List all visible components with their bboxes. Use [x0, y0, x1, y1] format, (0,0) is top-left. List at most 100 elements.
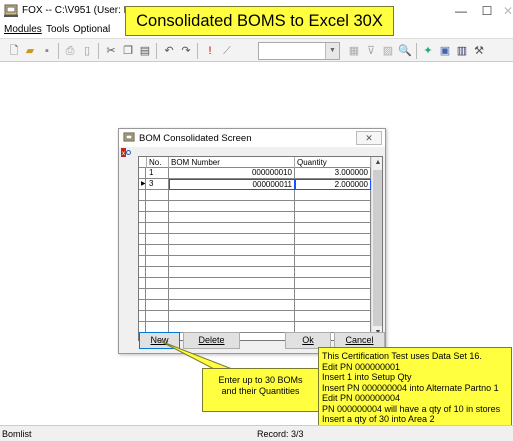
cell-quantity[interactable] [295, 267, 371, 278]
callout-line: Insert 1 into Setup Qty [322, 372, 412, 382]
cell-bom-number[interactable] [169, 190, 295, 201]
cell-quantity[interactable] [295, 289, 371, 300]
cell-bom-number[interactable] [169, 278, 295, 289]
table-row[interactable] [139, 223, 371, 234]
cell-no[interactable] [147, 256, 169, 267]
delete-button[interactable]: Delete [183, 332, 240, 349]
table-row[interactable] [139, 300, 371, 311]
cell-no[interactable] [147, 300, 169, 311]
print-icon[interactable]: ⎙ [62, 43, 78, 59]
cut-icon[interactable]: ✂ [103, 43, 119, 59]
toolbar: 🗋 ▰ ▪ ⎙ ▯ ✂ ❐ ▤ ↶ ↷ ! ⟋ ▼ ▦ ⊽ ▨ 🔍 ✦ ▣ ▥ … [0, 38, 513, 62]
scrollbar-thumb[interactable] [373, 170, 382, 326]
exclamation-icon[interactable]: ! [202, 43, 218, 59]
cell-quantity[interactable] [295, 234, 371, 245]
table-row[interactable] [139, 234, 371, 245]
cell-no[interactable] [147, 289, 169, 300]
column-header-bom-number[interactable]: BOM Number [169, 157, 295, 168]
bom-grid[interactable]: No. BOM Number Quantity 1 000000010 3.0000… [138, 156, 383, 341]
cell-bom-number[interactable] [169, 245, 295, 256]
table-row[interactable] [139, 245, 371, 256]
table-row[interactable]: ▶ 3 000000011 2.000000 [139, 179, 371, 190]
cell-bom-number[interactable] [169, 289, 295, 300]
vertical-scrollbar[interactable]: ▲ ▼ [371, 157, 382, 340]
callout-line: Enter up to 30 BOMs [218, 375, 303, 385]
cell-quantity[interactable]: 3.000000 [295, 168, 371, 179]
cell-bom-number[interactable] [169, 212, 295, 223]
cell-no[interactable] [147, 267, 169, 278]
cell-no[interactable] [147, 311, 169, 322]
save-icon[interactable]: ▪ [39, 43, 55, 59]
preview-icon[interactable]: 🔍 [397, 43, 413, 59]
redo-icon[interactable]: ↷ [178, 43, 194, 59]
cell-quantity[interactable] [295, 201, 371, 212]
callout-line: Insert a qty of 30 into Area 2 [322, 414, 435, 424]
table-row[interactable] [139, 201, 371, 212]
cell-quantity[interactable] [295, 223, 371, 234]
report-icon[interactable]: ▨ [380, 43, 396, 59]
cell-no[interactable] [147, 223, 169, 234]
row-marker [139, 223, 146, 234]
toolbar-combo-box[interactable]: ▼ [258, 42, 340, 60]
cell-no[interactable] [147, 245, 169, 256]
filter-icon[interactable]: ⊽ [363, 43, 379, 59]
menu-optional[interactable]: Optional [73, 24, 110, 35]
cell-bom-number[interactable] [169, 223, 295, 234]
cell-bom-number[interactable] [169, 300, 295, 311]
cell-quantity[interactable] [295, 212, 371, 223]
cell-bom-number[interactable] [169, 256, 295, 267]
wizard-icon[interactable]: ✦ [420, 43, 436, 59]
menu-tools[interactable]: Tools [46, 24, 69, 35]
cell-no[interactable] [147, 234, 169, 245]
cell-no[interactable]: 1 [147, 168, 169, 179]
new-button[interactable]: New [139, 332, 180, 349]
minimize-button[interactable]: — [448, 3, 474, 19]
table-row[interactable] [139, 289, 371, 300]
cell-no[interactable] [147, 212, 169, 223]
cell-quantity[interactable]: 2.000000 [295, 179, 371, 190]
cell-quantity[interactable] [295, 190, 371, 201]
table-row[interactable] [139, 311, 371, 322]
paste-icon[interactable]: ▤ [137, 43, 153, 59]
table-icon[interactable]: ▥ [454, 43, 470, 59]
cell-quantity[interactable] [295, 256, 371, 267]
menu-modules[interactable]: Modules [4, 24, 42, 35]
cell-no[interactable] [147, 190, 169, 201]
row-marker [139, 190, 146, 201]
dialog-close-button[interactable]: ✕ [356, 131, 382, 145]
scroll-up-icon[interactable]: ▲ [372, 157, 382, 169]
new-file-icon[interactable]: 🗋 [6, 43, 22, 59]
cell-no[interactable] [147, 278, 169, 289]
undo-icon[interactable]: ↶ [161, 43, 177, 59]
cell-quantity[interactable] [295, 278, 371, 289]
column-header-no[interactable]: No. [147, 157, 169, 168]
cell-quantity[interactable] [295, 245, 371, 256]
cell-no[interactable] [147, 201, 169, 212]
cell-bom-number[interactable] [169, 201, 295, 212]
row-marker [139, 168, 146, 179]
table-row[interactable] [139, 212, 371, 223]
open-folder-icon[interactable]: ▰ [22, 43, 38, 59]
column-header-quantity[interactable]: Quantity [295, 157, 371, 168]
cell-bom-number[interactable] [169, 311, 295, 322]
form-icon[interactable]: ▦ [346, 43, 362, 59]
table-row[interactable] [139, 278, 371, 289]
table-row[interactable] [139, 267, 371, 278]
copy-icon[interactable]: ❐ [120, 43, 136, 59]
image-icon[interactable]: ▣ [437, 43, 453, 59]
cell-bom-number[interactable]: 000000010 [169, 168, 295, 179]
cell-quantity[interactable] [295, 311, 371, 322]
table-row[interactable] [139, 190, 371, 201]
cell-bom-number[interactable] [169, 267, 295, 278]
tools-icon[interactable]: ⚒ [471, 43, 487, 59]
cell-bom-number[interactable] [169, 234, 295, 245]
cell-quantity[interactable] [295, 300, 371, 311]
cell-bom-number[interactable]: 000000011 [169, 179, 295, 190]
cell-no[interactable]: 3 [147, 179, 169, 190]
chevron-down-icon[interactable]: ▼ [325, 43, 339, 59]
print-preview-icon[interactable]: ▯ [79, 43, 95, 59]
table-row[interactable]: 1 000000010 3.000000 [139, 168, 371, 179]
chart-icon[interactable]: ⟋ [219, 43, 235, 59]
close-button[interactable]: ✕ [495, 3, 513, 19]
table-row[interactable] [139, 256, 371, 267]
